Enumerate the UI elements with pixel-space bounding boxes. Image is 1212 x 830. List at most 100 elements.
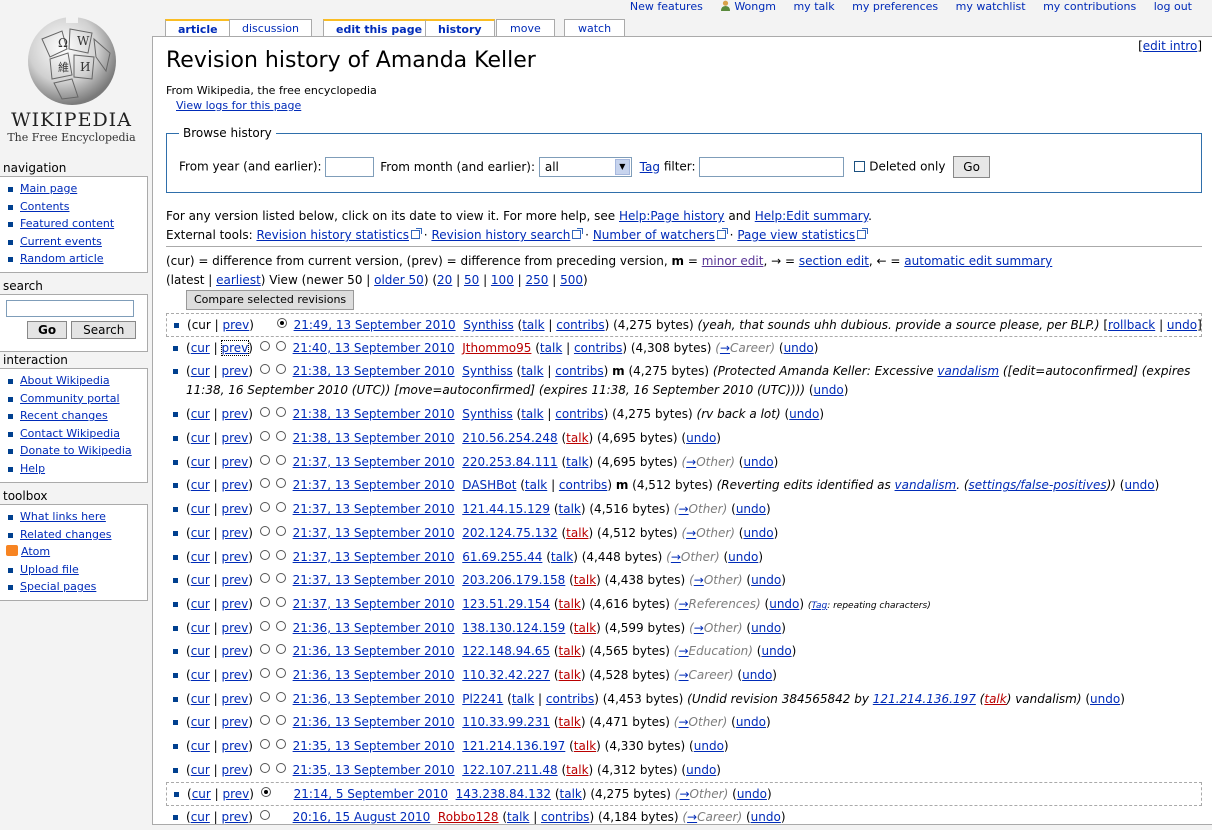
nav-community-portal[interactable]: Community portal	[5, 390, 147, 408]
user-link[interactable]: 110.32.42.227	[462, 668, 550, 682]
radio-diff[interactable]	[275, 364, 286, 375]
tool-special-pages[interactable]: Special pages	[5, 578, 147, 596]
section-link[interactable]: →	[678, 597, 688, 611]
user-talk-link[interactable]: talk	[560, 787, 582, 801]
nav-donate[interactable]: Donate to Wikipedia	[5, 442, 147, 460]
radio-diff[interactable]	[275, 691, 286, 702]
section-link[interactable]: →	[679, 787, 689, 801]
undo-link[interactable]: undo	[743, 526, 773, 540]
tag-link[interactable]: Tag	[640, 160, 660, 174]
revision-date-link[interactable]: 21:49, 13 September 2010	[294, 318, 456, 332]
radio-diff[interactable]	[275, 620, 286, 631]
cur-link[interactable]: cur	[191, 692, 210, 706]
prev-link[interactable]: prev	[222, 431, 249, 445]
prev-link[interactable]: prev	[222, 810, 249, 824]
radio-oldid[interactable]	[259, 691, 270, 702]
radio-oldid[interactable]	[259, 762, 270, 773]
radio-oldid[interactable]	[259, 810, 270, 821]
user-talk-link[interactable]: talk	[566, 763, 588, 777]
user-link[interactable]: 138.130.124.159	[462, 621, 565, 635]
prev-link[interactable]: prev	[220, 339, 250, 356]
revision-date-link[interactable]: 21:37, 13 September 2010	[293, 502, 455, 516]
prev-link[interactable]: prev	[222, 478, 249, 492]
undo-link[interactable]: undo	[784, 341, 814, 355]
prev-link[interactable]: prev	[222, 644, 249, 658]
user-talk-link[interactable]: talk	[574, 573, 596, 587]
prev-link[interactable]: prev	[222, 573, 249, 587]
user-link[interactable]: 121.44.15.129	[462, 502, 550, 516]
user-contribs-link[interactable]: contribs	[555, 364, 603, 378]
revision-date-link[interactable]: 20:16, 15 August 2010	[293, 810, 431, 824]
earliest-link[interactable]: earliest	[216, 273, 261, 287]
radio-diff[interactable]	[275, 549, 286, 560]
year-input[interactable]	[325, 157, 375, 177]
undo-link[interactable]: undo	[736, 715, 766, 729]
section-link[interactable]: →	[678, 644, 688, 658]
my-preferences-link[interactable]: my preferences	[852, 0, 938, 13]
limit-500-link[interactable]: 500	[560, 273, 583, 287]
user-link[interactable]: 61.69.255.44	[462, 550, 542, 564]
undo-link[interactable]: undo	[694, 739, 724, 753]
section-link[interactable]: →	[720, 341, 730, 355]
radio-diff[interactable]	[275, 502, 286, 513]
tag-link[interactable]: Tag	[811, 601, 827, 611]
minor-edit-link[interactable]: minor edit	[702, 254, 764, 268]
nav-help[interactable]: Help	[5, 460, 147, 478]
prev-link[interactable]: prev	[222, 364, 249, 378]
prev-link[interactable]: prev	[222, 621, 249, 635]
browse-go-button[interactable]: Go	[953, 156, 990, 178]
undo-link[interactable]: undo	[686, 763, 716, 777]
limit-50-link[interactable]: 50	[464, 273, 479, 287]
undo-link[interactable]: undo	[743, 455, 773, 469]
tool-revision-history-search[interactable]: Revision history search	[431, 228, 570, 242]
new-features-link[interactable]: New features	[630, 0, 703, 13]
radio-diff[interactable]	[275, 454, 286, 465]
user-link[interactable]: Synthiss	[462, 364, 512, 378]
tool-revision-history-statistics[interactable]: Revision history statistics	[256, 228, 409, 242]
undo-link[interactable]: undo	[814, 383, 844, 397]
help-page-history-link[interactable]: Help:Page history	[619, 209, 725, 223]
user-link[interactable]: 121.214.136.197	[462, 739, 565, 753]
undo-link[interactable]: undo	[769, 597, 799, 611]
revision-date-link[interactable]: 21:14, 5 September 2010	[294, 787, 448, 801]
revision-date-link[interactable]: 21:35, 13 September 2010	[293, 763, 455, 777]
cur-link[interactable]: cur	[191, 763, 210, 777]
user-talk-link[interactable]: talk	[574, 621, 596, 635]
revision-date-link[interactable]: 21:38, 13 September 2010	[293, 407, 455, 421]
radio-oldid[interactable]	[259, 431, 270, 442]
user-talk-link[interactable]: talk	[566, 526, 588, 540]
prev-link[interactable]: prev	[222, 526, 249, 540]
radio-oldid[interactable]	[259, 454, 270, 465]
user-link[interactable]: 110.33.99.231	[462, 715, 550, 729]
cur-link[interactable]: cur	[191, 407, 210, 421]
section-edit-link[interactable]: section edit	[799, 254, 869, 268]
revision-date-link[interactable]: 21:37, 13 September 2010	[293, 573, 455, 587]
log-out-link[interactable]: log out	[1154, 0, 1192, 13]
undo-link[interactable]: undo	[751, 810, 781, 824]
my-talk-link[interactable]: my talk	[793, 0, 834, 13]
radio-oldid[interactable]	[259, 364, 270, 375]
user-link[interactable]: Wongm	[720, 0, 776, 13]
my-watchlist-link[interactable]: my watchlist	[956, 0, 1026, 13]
revision-date-link[interactable]: 21:36, 13 September 2010	[293, 668, 455, 682]
view-logs-link[interactable]: View logs for this page	[176, 99, 301, 112]
radio-oldid[interactable]	[260, 787, 271, 798]
vandalism-link[interactable]: vandalism	[895, 478, 957, 492]
vandalism-link[interactable]: vandalism	[937, 364, 999, 378]
user-link[interactable]: 122.107.211.48	[462, 763, 557, 777]
revision-date-link[interactable]: 21:37, 13 September 2010	[293, 455, 455, 469]
undo-link[interactable]: undo	[737, 787, 767, 801]
section-link[interactable]: →	[671, 550, 681, 564]
revision-date-link[interactable]: 21:36, 13 September 2010	[293, 692, 455, 706]
prev-link[interactable]: prev	[223, 318, 250, 332]
user-talk-link[interactable]: talk	[559, 502, 581, 516]
nav-featured-content[interactable]: Featured content	[5, 215, 147, 233]
user-talk-link[interactable]: talk	[574, 739, 596, 753]
user-contribs-link[interactable]: contribs	[559, 478, 607, 492]
prev-link[interactable]: prev	[222, 739, 249, 753]
user-talk-link[interactable]: talk	[521, 407, 543, 421]
user-contribs-link[interactable]: contribs	[556, 318, 604, 332]
user-link[interactable]: Jthommo95	[462, 341, 531, 355]
cur-link[interactable]: cur	[191, 526, 210, 540]
prev-link[interactable]: prev	[222, 550, 249, 564]
